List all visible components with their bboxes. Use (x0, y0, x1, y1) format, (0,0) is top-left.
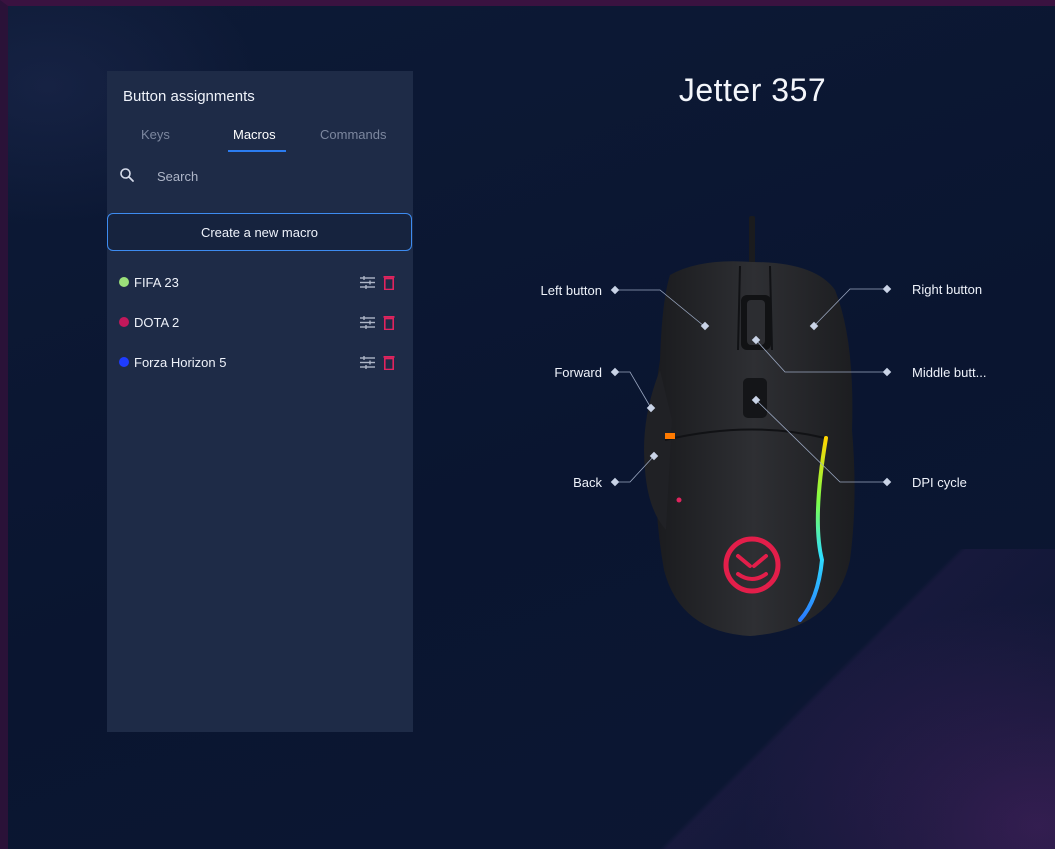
macro-name: Forza Horizon 5 (134, 354, 227, 370)
tab-macros[interactable]: Macros (233, 127, 276, 142)
macro-color-dot (119, 317, 129, 327)
delete-icon[interactable] (383, 355, 395, 370)
edit-settings-icon[interactable] (359, 315, 376, 330)
macro-item[interactable]: FIFA 23 (107, 262, 413, 302)
button-assignments-panel: Button assignments Keys Macros Commands (107, 71, 413, 732)
tab-keys[interactable]: Keys (141, 127, 170, 142)
search-input[interactable] (157, 167, 357, 185)
panel-title: Button assignments (123, 88, 255, 105)
delete-icon[interactable] (383, 315, 395, 330)
callout-middle-button[interactable]: Middle butt... (912, 365, 986, 380)
callout-back[interactable]: Back (500, 475, 602, 490)
callout-right-button[interactable]: Right button (912, 282, 982, 297)
mouse-illustration (610, 216, 892, 636)
edit-settings-icon[interactable] (359, 355, 376, 370)
delete-icon[interactable] (383, 275, 395, 290)
create-macro-button[interactable]: Create a new macro (107, 213, 412, 251)
side-accent-dot (676, 497, 682, 503)
macro-name: FIFA 23 (134, 274, 179, 290)
edit-settings-icon[interactable] (359, 275, 376, 290)
macro-name: DOTA 2 (134, 314, 180, 330)
macro-item[interactable]: DOTA 2 (107, 302, 413, 342)
tab-commands[interactable]: Commands (320, 127, 386, 142)
macro-list: FIFA 23 DOTA 2 Forza Horizon 5 (107, 262, 413, 382)
macro-color-dot (119, 277, 129, 287)
callout-dpi-cycle[interactable]: DPI cycle (912, 475, 967, 490)
callout-left-button[interactable]: Left button (500, 283, 602, 298)
device-title: Jetter 357 (678, 72, 827, 108)
active-tab-indicator (228, 150, 286, 152)
search-icon[interactable] (119, 167, 135, 183)
cable (749, 216, 755, 266)
macro-color-dot (119, 357, 129, 367)
macro-item[interactable]: Forza Horizon 5 (107, 342, 413, 382)
search-bar (119, 167, 399, 187)
callout-forward[interactable]: Forward (500, 365, 602, 380)
side-accent-light (665, 433, 675, 439)
